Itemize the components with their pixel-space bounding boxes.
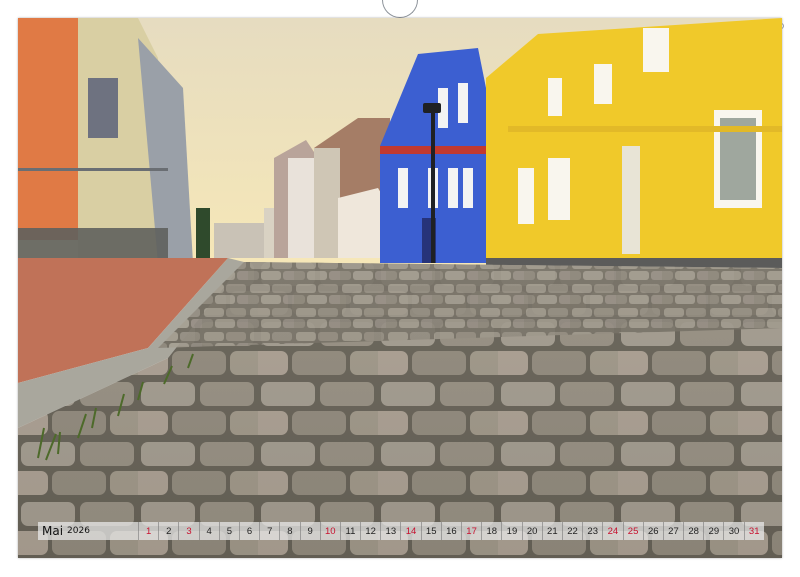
day-cell: 3 <box>178 522 198 540</box>
day-cell: 9 <box>299 522 320 540</box>
day-cells: 1 2 3 4 5 6 7 8 9 10 11 12 13 14 15 16 17 18 19 20 21 22 23 24 2… <box>138 522 764 540</box>
calendar-date-bar: Mai 2026 1 2 3 4 5 6 7 8 9 10 11 12 13 14 15 16 17 18 19 20… <box>38 522 764 540</box>
day-cell: 13 <box>380 522 400 540</box>
day-cell: 5 <box>218 522 239 540</box>
day-cell: 30 <box>723 522 743 540</box>
day-cell: 16 <box>440 522 461 540</box>
day-cell: 25 <box>622 522 643 540</box>
day-cell: 6 <box>238 522 259 540</box>
day-cell: 11 <box>339 522 360 540</box>
day-cell: 24 <box>602 522 622 540</box>
day-cell: 14 <box>400 522 420 540</box>
month-name: Mai <box>42 524 64 538</box>
street-lamp <box>431 108 435 263</box>
day-cell: 23 <box>582 522 602 540</box>
day-cell: 18 <box>481 522 501 540</box>
day-cell: 27 <box>662 522 683 540</box>
day-cell: 8 <box>279 522 299 540</box>
day-cell: 31 <box>743 522 764 540</box>
day-cell: 26 <box>642 522 663 540</box>
day-cell: 21 <box>541 522 562 540</box>
day-cell: 2 <box>158 522 178 540</box>
day-cell: 7 <box>259 522 279 540</box>
month-year: 2026 <box>67 526 90 536</box>
day-cell: 1 <box>138 522 158 540</box>
day-cell: 10 <box>319 522 340 540</box>
month-label: Mai 2026 <box>38 524 138 538</box>
day-cell: 29 <box>703 522 723 540</box>
calendar-hanger <box>382 0 418 18</box>
day-cell: 17 <box>461 522 481 540</box>
day-cell: 15 <box>420 522 441 540</box>
calendar-photo <box>18 18 782 558</box>
yellow-house <box>486 18 782 270</box>
day-cell: 20 <box>521 522 542 540</box>
day-cell: 28 <box>683 522 703 540</box>
day-cell: 12 <box>360 522 380 540</box>
wall-calendar-page: Mai 2026 1 2 3 4 5 6 7 8 9 10 11 12 13 14 15 16 17 18 19 20… <box>0 0 800 577</box>
day-cell: 4 <box>198 522 219 540</box>
day-cell: 19 <box>501 522 521 540</box>
day-cell: 22 <box>561 522 582 540</box>
